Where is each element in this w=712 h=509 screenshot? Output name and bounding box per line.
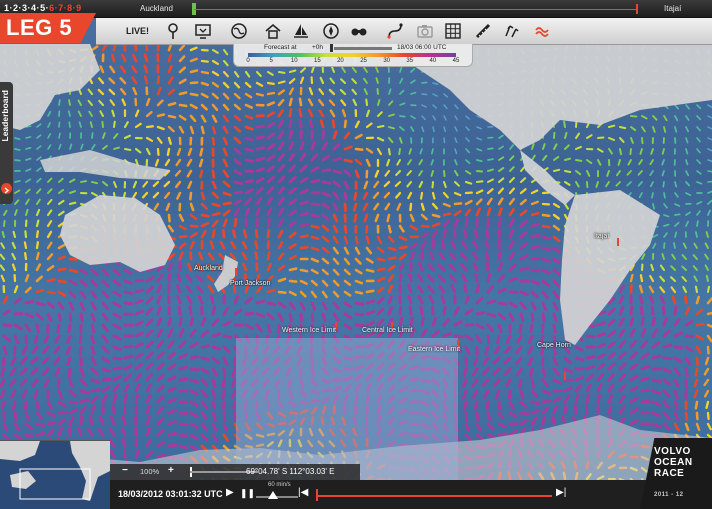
leg-badge: LEG 5 (0, 13, 96, 43)
leg-step-3[interactable]: 3· (22, 3, 31, 13)
wind-scale-tick: 10 (290, 58, 298, 64)
wind-scale-tick: 30 (383, 58, 390, 64)
cursor-coordinates: 69°04.78' S 112°03.03' E (246, 467, 335, 476)
leg-step-5[interactable]: 5· (40, 3, 49, 13)
speed-slider-handle[interactable] (268, 491, 278, 499)
wind-scale-tick: 20 (337, 58, 344, 64)
zoom-in-button[interactable]: + (168, 465, 174, 476)
cape-horn-pin[interactable] (563, 372, 567, 380)
wind-icon[interactable] (500, 20, 522, 42)
skip-to-end-icon[interactable]: ▶| (556, 487, 566, 498)
home-icon[interactable] (262, 20, 284, 42)
route-icon[interactable] (384, 20, 406, 42)
zoom-level: 100% (140, 467, 160, 476)
overview-minimap[interactable] (0, 440, 110, 509)
forecast-offset: +0h (312, 44, 324, 51)
toolbar: LIVE! (96, 18, 712, 45)
cape-horn-label: Cape Horn (537, 342, 571, 349)
logo-years: 2011 - 12 (654, 492, 684, 498)
forecast-panel: Forecast at +0h 18/03 06:00 UTC 0 5 10 15 20… (233, 44, 473, 67)
waves-icon[interactable] (532, 20, 554, 42)
landmasses (0, 44, 712, 509)
playback-bar: 18/03/2012 03:01:32 UTC ▶ ❚❚ 60 min/s |◀… (110, 480, 650, 509)
forecast-slider[interactable] (334, 47, 392, 50)
wind-scale-tick: 25 (360, 58, 367, 64)
compass-icon[interactable] (320, 20, 342, 42)
playback-datetime: 18/03/2012 03:01:32 UTC (118, 489, 223, 499)
replay-timeline[interactable] (316, 495, 552, 497)
ruler-icon[interactable] (472, 20, 494, 42)
globe-icon[interactable] (228, 20, 250, 42)
playback-speed-label: 60 min/s (268, 482, 291, 488)
auckland-pin[interactable] (234, 268, 238, 276)
leaderboard-label: Leaderboard (0, 90, 10, 142)
wind-speed-scale (248, 53, 456, 57)
wind-scale-tick: 0 (246, 58, 250, 64)
timeline-track[interactable] (194, 9, 638, 10)
leg-step-8[interactable]: 8· (67, 3, 76, 13)
play-icon[interactable]: ▶ (226, 487, 234, 498)
auckland-label: Auckland (194, 265, 223, 272)
live-button[interactable]: LIVE! (126, 26, 149, 36)
wind-scale-tick: 15 (313, 58, 321, 64)
leg-step-6[interactable]: 6· (49, 3, 58, 13)
zoom-status-bar: − 100% + 69°04.78' S 112°03.03' E (110, 464, 360, 480)
port-jackson-label: Port Jackson (230, 280, 271, 287)
pause-icon[interactable]: ❚❚ (240, 488, 255, 499)
weather-map[interactable] (0, 0, 712, 509)
wind-scale-tick: 35 (406, 58, 414, 64)
binoculars-icon[interactable] (348, 20, 370, 42)
leg-selector[interactable]: 1·2·3·4·5·6·7·8·9 (4, 3, 82, 13)
logo-line-3: RACE (654, 468, 685, 479)
screen-icon[interactable] (192, 20, 214, 42)
leg-step-2[interactable]: 2· (13, 3, 22, 13)
leg-step-4[interactable]: 4· (31, 3, 40, 13)
wind-scale-tick: 5 (269, 58, 273, 64)
start-city-label: Auckland (140, 4, 173, 13)
leg-step-9[interactable]: 9 (76, 3, 82, 13)
central-ice-label: Central Ice Limit (362, 327, 413, 334)
forecast-slider-handle[interactable] (330, 44, 333, 52)
wind-scale-tick: 45 (452, 58, 460, 64)
wind-scale-tick: 40 (429, 58, 437, 64)
logo-line-1: VOLVO (654, 446, 691, 457)
grid-icon[interactable] (442, 20, 464, 42)
sailboat-icon[interactable] (290, 20, 312, 42)
western-ice-label: Western Ice Limit (282, 327, 336, 334)
skip-to-start-icon[interactable]: |◀ (298, 487, 308, 498)
timeline-end-marker (636, 4, 638, 14)
forecast-time: 18/03 06:00 UTC (397, 44, 447, 51)
logo-line-2: OCEAN (654, 457, 693, 468)
zoom-out-button[interactable]: − (122, 465, 128, 476)
race-timeline-bar: 1·2·3·4·5·6·7·8·9 Auckland Itajaí (0, 0, 712, 18)
end-city-label: Itajaí (664, 4, 682, 13)
leg-step-7[interactable]: 7· (58, 3, 67, 13)
leg-step-1[interactable]: 1· (4, 3, 13, 13)
pin-icon[interactable] (162, 20, 184, 42)
leaderboard-expand-icon[interactable] (1, 183, 12, 194)
leg-title: LEG 5 (6, 15, 73, 40)
camera-icon[interactable] (414, 20, 436, 42)
eastern-ice-label: Eastern Ice Limit (408, 346, 461, 353)
forecast-label: Forecast at (264, 44, 297, 51)
itajai-pin[interactable] (616, 238, 620, 246)
itajai-label: Itajaí (594, 233, 610, 240)
